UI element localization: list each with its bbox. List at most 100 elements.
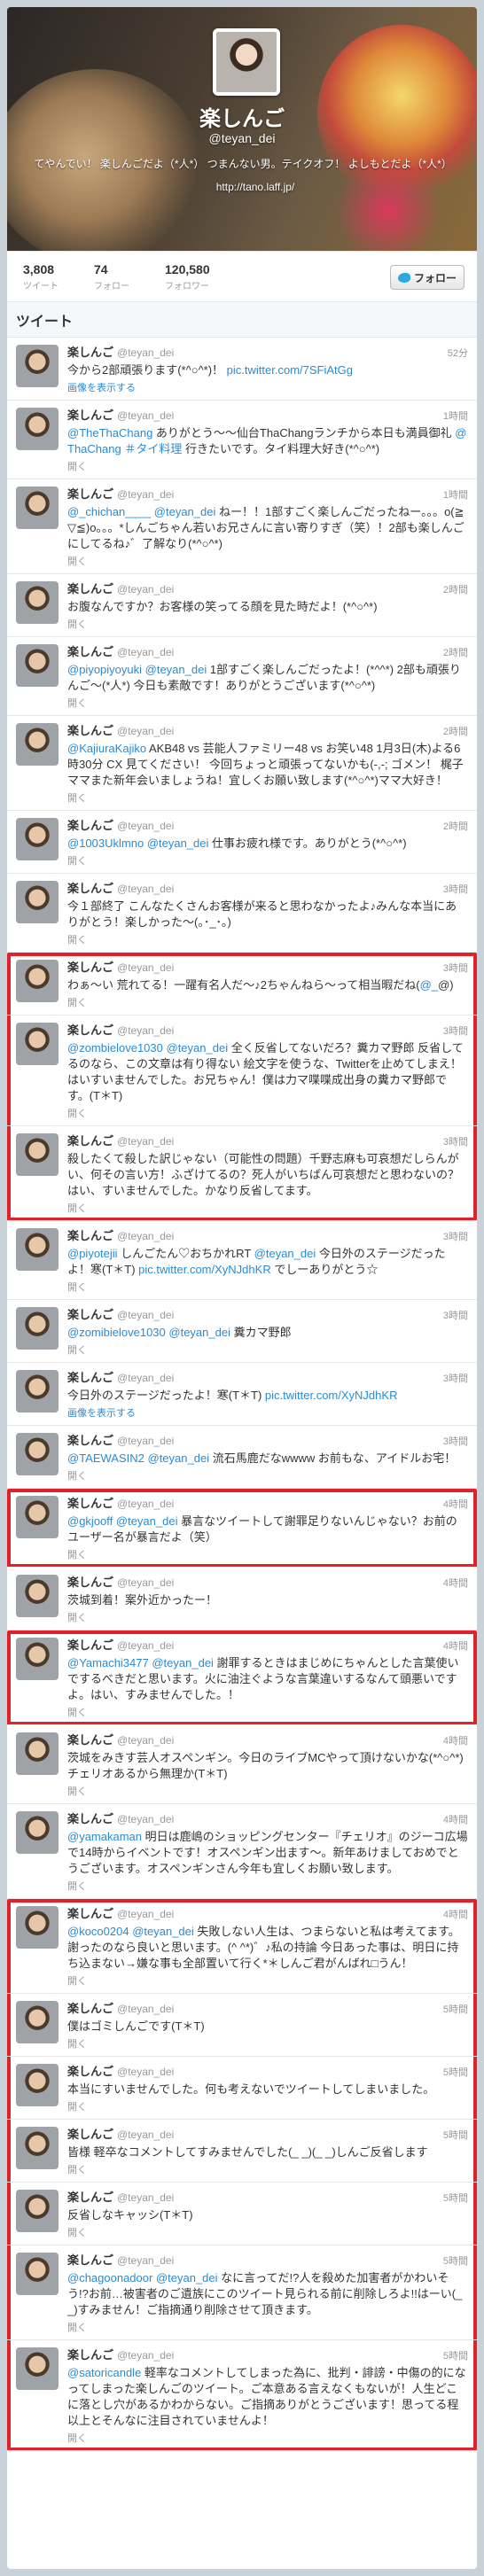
tweet-item[interactable]: 楽しんご @teyan_dei 4時間 @gkjooff @teyan_dei 暴言な… — [7, 1489, 477, 1568]
mention-link[interactable]: @yamakaman — [67, 1830, 142, 1843]
expand-tweet-link[interactable]: 開く — [67, 2320, 468, 2334]
tweet-author-name[interactable]: 楽しんご — [67, 1906, 113, 1922]
tweet-timestamp[interactable]: 4時間 — [443, 1638, 468, 1654]
tweet-timestamp[interactable]: 4時間 — [443, 1812, 468, 1828]
tweet-item[interactable]: 楽しんご @teyan_dei 3時間 @TAEWASIN2 @teyan_dei 流… — [7, 1426, 477, 1489]
mention-link[interactable]: @TheThaChang — [67, 426, 152, 440]
tweet-item[interactable]: 楽しんご @teyan_dei 5時間 @satoricandle 軽率なコメントして… — [7, 2340, 477, 2451]
tweet-author-handle[interactable]: @teyan_dei — [117, 1370, 174, 1386]
tweet-timestamp[interactable]: 3時間 — [443, 1308, 468, 1324]
mention-link[interactable]: @piyopiyoyuki — [67, 663, 142, 676]
tweet-avatar[interactable] — [16, 408, 59, 450]
tweet-author-name[interactable]: 楽しんご — [67, 581, 113, 597]
tweet-avatar[interactable] — [16, 2347, 59, 2390]
tweet-author-handle[interactable]: @teyan_dei — [117, 1307, 174, 1323]
media-link[interactable]: pic.twitter.com/XyNJdhKR — [265, 1389, 398, 1402]
expand-tweet-link[interactable]: 開く — [67, 459, 468, 473]
tweet-avatar[interactable] — [16, 2253, 59, 2295]
tweet-author-handle[interactable]: @teyan_dei — [117, 1433, 174, 1449]
tweet-author-handle[interactable]: @teyan_dei — [117, 2064, 174, 2080]
expand-tweet-link[interactable]: 開く — [67, 1106, 468, 1120]
tweet-timestamp[interactable]: 4時間 — [443, 1497, 468, 1513]
tweet-author-handle[interactable]: @teyan_dei — [117, 881, 174, 897]
mention-link[interactable]: @teyan_dei — [132, 1925, 194, 1938]
tweet-author-handle[interactable]: @teyan_dei — [117, 2001, 174, 2017]
tweet-author-name[interactable]: 楽しんご — [67, 1575, 113, 1591]
tweet-author-handle[interactable]: @teyan_dei — [117, 644, 174, 660]
tweet-item[interactable]: 楽しんご @teyan_dei 2時間 @1003Uklmno @teyan_dei … — [7, 811, 477, 874]
tweet-author-name[interactable]: 楽しんご — [67, 408, 113, 424]
tweet-author-handle[interactable]: @teyan_dei — [117, 486, 174, 502]
tweet-avatar[interactable] — [16, 881, 59, 923]
tweet-timestamp[interactable]: 5時間 — [443, 2253, 468, 2269]
mention-link[interactable]: @teyan_dei — [254, 1247, 316, 1260]
tweet-avatar[interactable] — [16, 1811, 59, 1854]
tweet-avatar[interactable] — [16, 1638, 59, 1680]
tweet-item[interactable]: 楽しんご @teyan_dei 4時間 @yamakaman 明日は鹿嶋のショッピング… — [7, 1804, 477, 1899]
tweet-author-name[interactable]: 楽しんご — [67, 486, 113, 502]
tweet-author-name[interactable]: 楽しんご — [67, 1496, 113, 1512]
tweet-author-name[interactable]: 楽しんご — [67, 1307, 113, 1323]
tweet-avatar[interactable] — [16, 644, 59, 687]
mention-link[interactable]: @teyan_dei — [152, 1656, 214, 1669]
tweet-timestamp[interactable]: 1時間 — [443, 487, 468, 503]
tweet-author-name[interactable]: 楽しんご — [67, 2001, 113, 2017]
tweet-item[interactable]: 楽しんご @teyan_dei 1時間 @_chichan____ @teyan_de… — [7, 479, 477, 574]
tweet-author-handle[interactable]: @teyan_dei — [117, 2347, 174, 2363]
tweet-author-name[interactable]: 楽しんご — [67, 644, 113, 660]
expand-tweet-link[interactable]: 開く — [67, 1705, 468, 1719]
tweet-author-name[interactable]: 楽しんご — [67, 960, 113, 976]
hashtag-link[interactable]: ＃タイ料理 — [124, 442, 182, 455]
mention-link[interactable]: @teyan_dei — [154, 505, 216, 518]
tweet-timestamp[interactable]: 5時間 — [443, 2065, 468, 2081]
expand-tweet-link[interactable]: 開く — [67, 2431, 468, 2445]
show-media-link[interactable]: 画像を表示する — [67, 380, 468, 394]
tweet-avatar[interactable] — [16, 1433, 59, 1475]
tweet-item[interactable]: 楽しんご @teyan_dei 52分 今から2部頑張ります(*^○^*)！ pic.… — [7, 338, 477, 401]
expand-tweet-link[interactable]: 開く — [67, 1547, 468, 1561]
mention-link[interactable]: @teyan_dei — [148, 1451, 210, 1465]
tweet-item[interactable]: 楽しんご @teyan_dei 5時間 僕はゴミしんごです(T＊T) 開く — [7, 1994, 477, 2057]
tweet-author-name[interactable]: 楽しんご — [67, 1228, 113, 1244]
mention-link[interactable]: @KajiuraKajiko — [67, 742, 146, 755]
tweet-author-handle[interactable]: @teyan_dei — [117, 723, 174, 739]
tweet-author-handle[interactable]: @teyan_dei — [117, 1638, 174, 1654]
tweet-avatar[interactable] — [16, 1133, 59, 1176]
tweet-author-handle[interactable]: @teyan_dei — [117, 408, 174, 424]
tweet-item[interactable]: 楽しんご @teyan_dei 3時間 @zombielove1030 @teyan_… — [7, 1016, 477, 1126]
tweet-item[interactable]: 楽しんご @teyan_dei 3時間 殺したくて殺した訳じゃない（可能性の問題）千野… — [7, 1126, 477, 1221]
mention-link[interactable]: @teyan_dei — [145, 663, 207, 676]
profile-avatar[interactable] — [213, 28, 280, 96]
tweet-author-name[interactable]: 楽しんご — [67, 1638, 113, 1654]
expand-tweet-link[interactable]: 開く — [67, 1973, 468, 1988]
tweet-item[interactable]: 楽しんご @teyan_dei 3時間 今日外のステージだったよ！寒(T＊T) pic… — [7, 1363, 477, 1426]
mention-link[interactable]: @koco0204 — [67, 1925, 129, 1938]
profile-url-link[interactable]: http://tano.laff.jp/ — [216, 181, 295, 193]
tweet-author-name[interactable]: 楽しんご — [67, 1811, 113, 1827]
expand-tweet-link[interactable]: 開く — [67, 2225, 468, 2239]
mention-link[interactable]: @zombielove1030 — [67, 1041, 163, 1055]
stat-followers[interactable]: 120,580 フォロワー — [165, 262, 210, 292]
tweet-author-name[interactable]: 楽しんご — [67, 1732, 113, 1748]
tweet-author-name[interactable]: 楽しんご — [67, 1023, 113, 1039]
tweet-avatar[interactable] — [16, 818, 59, 860]
tweet-item[interactable]: 楽しんご @teyan_dei 5時間 本当にすいませんでした。何も考えないでツイート… — [7, 2057, 477, 2120]
tweet-avatar[interactable] — [16, 2001, 59, 2043]
tweet-item[interactable]: 楽しんご @teyan_dei 1時間 @TheThaChang ありがとう〜〜仙台T… — [7, 401, 477, 479]
expand-tweet-link[interactable]: 開く — [67, 1280, 468, 1294]
tweet-author-handle[interactable]: @teyan_dei — [117, 1575, 174, 1591]
tweet-author-handle[interactable]: @teyan_dei — [117, 1023, 174, 1039]
follow-button[interactable]: フォロー — [390, 265, 464, 290]
mention-link[interactable]: @Yamachi3477 — [67, 1656, 149, 1669]
tweet-item[interactable]: 楽しんご @teyan_dei 4時間 @Yamachi3477 @teyan_dei… — [7, 1630, 477, 1725]
mention-link[interactable]: @piyotejii — [67, 1247, 118, 1260]
tweet-author-handle[interactable]: @teyan_dei — [117, 2253, 174, 2269]
media-link[interactable]: pic.twitter.com/XyNJdhKR — [138, 1263, 271, 1276]
tweet-timestamp[interactable]: 3時間 — [443, 1023, 468, 1039]
mention-link[interactable]: @chagoonadoor — [67, 2271, 152, 2284]
expand-tweet-link[interactable]: 開く — [67, 1201, 468, 1215]
expand-tweet-link[interactable]: 開く — [67, 696, 468, 710]
tweet-avatar[interactable] — [16, 1732, 59, 1775]
tweet-avatar[interactable] — [16, 1307, 59, 1350]
tweet-item[interactable]: 楽しんご @teyan_dei 2時間 お腹なんですか？お客様の笑ってる顔を見た時だよ… — [7, 574, 477, 637]
